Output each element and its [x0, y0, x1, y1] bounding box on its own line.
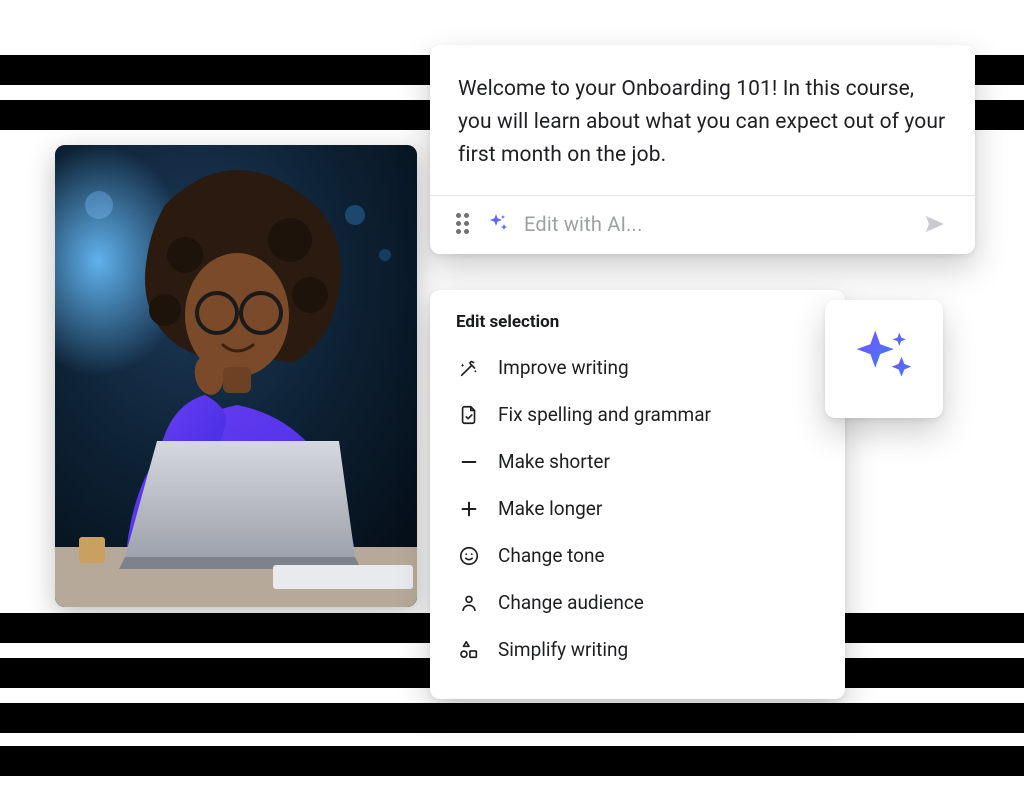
menu-item-improve-writing[interactable]: Improve writing: [456, 344, 819, 391]
minus-icon: [458, 451, 480, 473]
menu-item-fix-spelling[interactable]: Fix spelling and grammar: [456, 391, 819, 438]
shapes-icon: [458, 639, 480, 661]
menu-title: Edit selection: [456, 312, 819, 332]
sparkle-icon: [849, 324, 919, 394]
editor-text[interactable]: Welcome to your Onboarding 101! In this …: [458, 73, 947, 173]
ai-prompt-input[interactable]: Edit with AI...: [524, 212, 909, 236]
menu-item-make-shorter[interactable]: Make shorter: [456, 438, 819, 485]
menu-item-label: Fix spelling and grammar: [498, 403, 711, 426]
plus-icon: [458, 498, 480, 520]
menu-item-simplify-writing[interactable]: Simplify writing: [456, 626, 819, 673]
edit-selection-menu: Edit selection Improve writing Fix spell…: [430, 290, 845, 699]
menu-item-label: Simplify writing: [498, 638, 628, 661]
menu-item-label: Make shorter: [498, 450, 610, 473]
decorative-band: [0, 703, 1024, 733]
menu-item-make-longer[interactable]: Make longer: [456, 485, 819, 532]
menu-item-change-tone[interactable]: Change tone: [456, 532, 819, 579]
sparkle-icon: [486, 212, 510, 236]
smiley-icon: [458, 545, 480, 567]
ai-prompt-row[interactable]: Edit with AI...: [458, 196, 947, 254]
send-icon[interactable]: [923, 212, 947, 236]
editor-card: Welcome to your Onboarding 101! In this …: [430, 45, 975, 254]
menu-item-label: Make longer: [498, 497, 602, 520]
menu-item-change-audience[interactable]: Change audience: [456, 579, 819, 626]
wand-icon: [458, 357, 480, 379]
drag-handle-icon[interactable]: [456, 213, 472, 234]
menu-item-label: Change tone: [498, 544, 605, 567]
sparkle-card: [825, 300, 943, 418]
decorative-band: [0, 746, 1024, 776]
person-icon: [458, 592, 480, 614]
hero-photo: [55, 145, 417, 607]
doc-check-icon: [458, 404, 480, 426]
menu-item-label: Change audience: [498, 591, 644, 614]
menu-item-label: Improve writing: [498, 356, 629, 379]
